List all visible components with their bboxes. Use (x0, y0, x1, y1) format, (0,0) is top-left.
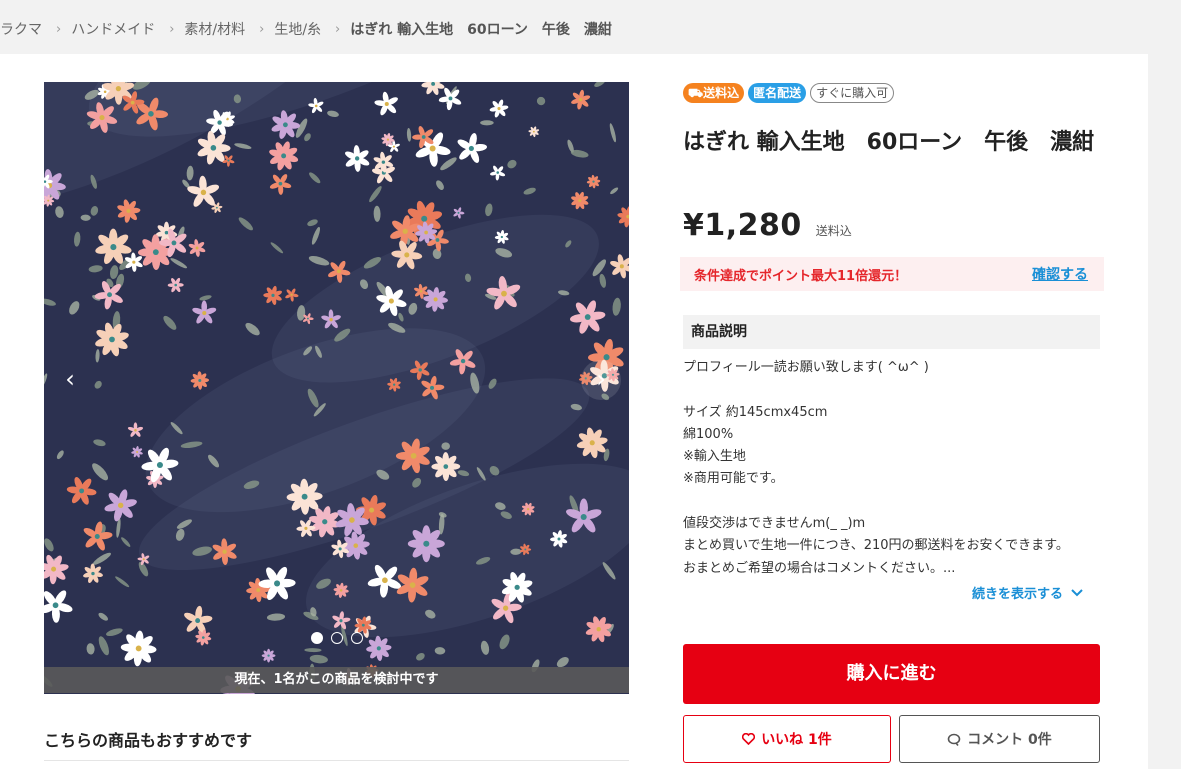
heart-icon (742, 733, 756, 745)
breadcrumb-item-fabric[interactable]: 生地/糸 (274, 19, 321, 39)
scrollbar[interactable] (1163, 0, 1181, 769)
chevron-left-icon[interactable]: ‹ (50, 360, 90, 400)
points-message: 条件達成でポイント最大11倍還元！ (694, 268, 908, 284)
description-body: プロフィール一読お願い致します( ^ω^ ) サイズ 約145cmx45cm 綿… (683, 357, 1100, 580)
breadcrumb-separator: › (335, 21, 341, 37)
show-more-link[interactable]: 続きを表示する (972, 583, 1083, 602)
description-line (683, 491, 1100, 513)
product-image-gallery[interactable]: ‹ › (44, 82, 629, 694)
recommend-title: こちらの商品もおすすめです (44, 731, 253, 750)
breadcrumb-item-current: はぎれ 輸入生地 60ローン 午後 濃紺 (350, 22, 612, 38)
pagination-dot[interactable] (330, 632, 343, 644)
description-line: 値段交渉はできませんm(_ _)m (683, 516, 866, 532)
product-title: はぎれ 輸入生地 60ローン 午後 濃紺 (683, 130, 1095, 155)
truck-icon: ⛟ (688, 86, 704, 100)
divider (44, 760, 629, 761)
description-line: まとめ買いで生地一件につき、210円の郵送料をお安くできます。 (683, 538, 1069, 554)
badge-row: ⛟送料込 匿名配送 すぐに購入可 (683, 83, 895, 103)
price-row: ¥1,280 送料込 (683, 208, 852, 243)
viewers-notice: 現在、1名がこの商品を検討中です (44, 667, 629, 693)
description-line: ※輸入生地 (683, 449, 746, 465)
breadcrumb-separator: › (56, 21, 62, 37)
like-label: いいね 1件 (761, 732, 832, 748)
description-line: ※商用可能です。 (683, 471, 784, 487)
shipping-note: 送料込 (815, 224, 852, 238)
anonymous-shipping-badge: 匿名配送 (748, 83, 807, 103)
comment-icon (947, 733, 961, 746)
product-price: ¥1,280 (683, 208, 802, 243)
description-line: おまとめご希望の場合はコメントください。... (683, 560, 956, 576)
breadcrumb-separator: › (259, 21, 265, 37)
points-banner: 条件達成でポイント最大11倍還元！ 確認する (680, 257, 1104, 291)
description-line (683, 379, 1100, 401)
like-button[interactable]: いいね 1件 (683, 715, 891, 763)
buy-now-badge: すぐに購入可 (810, 83, 895, 103)
breadcrumb-item-materials[interactable]: 素材/材料 (184, 19, 245, 39)
show-more-label: 続きを表示する (972, 587, 1064, 602)
pagination-dot[interactable] (310, 632, 323, 644)
breadcrumb-separator: › (169, 21, 175, 37)
free-shipping-label: 送料込 (703, 86, 740, 100)
description-line: 綿100% (683, 426, 734, 442)
buy-button[interactable]: 購入に進む (683, 644, 1100, 704)
image-pagination (44, 632, 629, 644)
description-line: サイズ 約145cmx45cm (683, 404, 828, 420)
comment-label: コメント 0件 (967, 732, 1052, 748)
chevron-right-icon[interactable]: › (581, 360, 621, 400)
description-line: プロフィール一読お願い致します( ^ω^ ) (683, 360, 929, 375)
points-confirm-link[interactable]: 確認する (1032, 264, 1088, 284)
product-card: ‹ › 現在、1名がこの商品を検討中です こちらの商品もおすすめです ⛟送料込 … (0, 54, 1148, 769)
breadcrumb: ラクマ › ハンドメイド › 素材/材料 › 生地/糸 › はぎれ 輸入生地 6… (0, 18, 612, 40)
comment-button[interactable]: コメント 0件 (899, 715, 1100, 763)
description-heading: 商品説明 (683, 315, 1100, 349)
product-image (44, 82, 629, 694)
chevron-down-icon (1071, 588, 1083, 596)
breadcrumb-item-rakuma[interactable]: ラクマ (0, 19, 42, 39)
pagination-dot[interactable] (350, 632, 363, 644)
free-shipping-badge: ⛟送料込 (683, 83, 745, 103)
breadcrumb-item-handmade[interactable]: ハンドメイド (71, 19, 155, 39)
